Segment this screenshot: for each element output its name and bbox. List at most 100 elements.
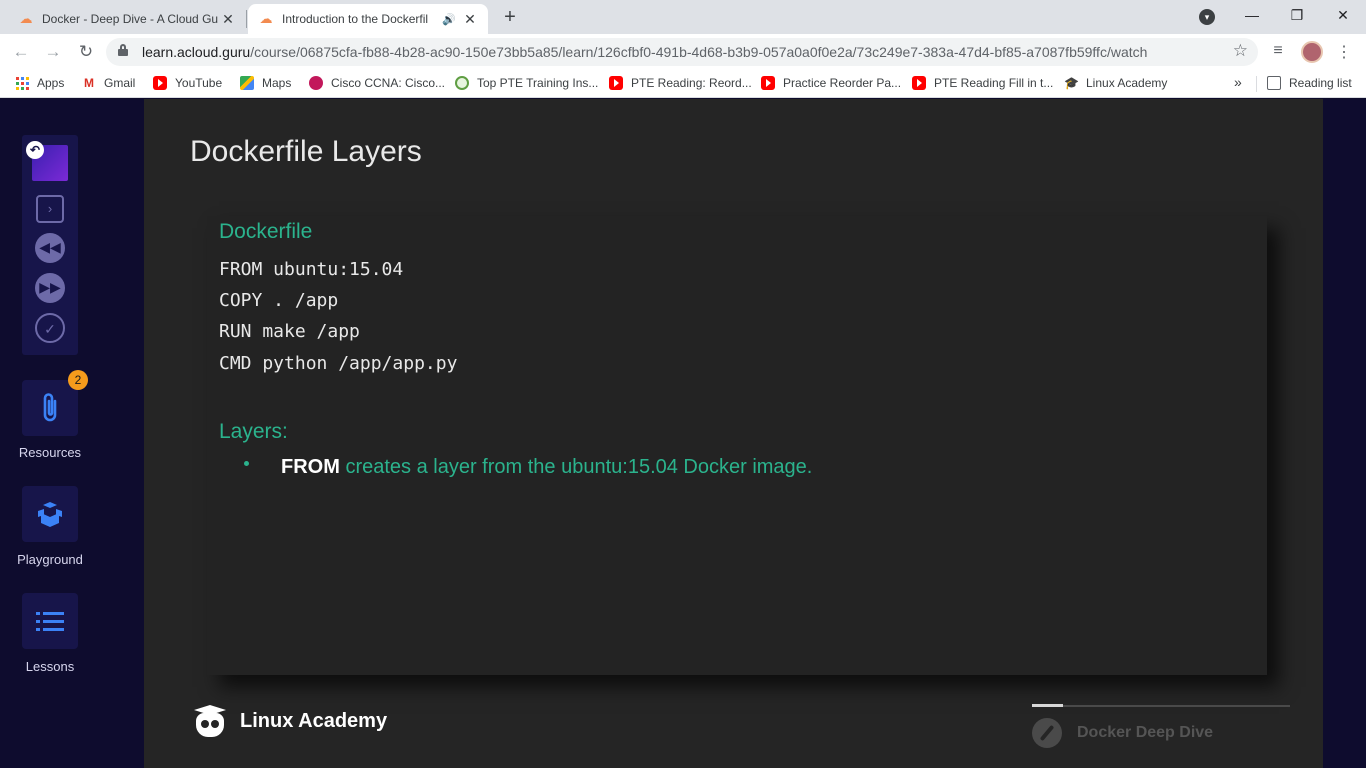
course-sidebar: ↶ › ◀◀ ▶▶ ✓ 2 Resources Playground Lesso… xyxy=(0,99,100,768)
toggle-panel-icon[interactable]: › xyxy=(36,195,64,223)
slide-progress-fill xyxy=(1032,704,1063,707)
code-line: COPY . /app xyxy=(219,290,339,311)
bookmark-label: Top PTE Training Ins... xyxy=(477,76,599,90)
bookmark-pte-reading-reorder[interactable]: PTE Reading: Reord... xyxy=(609,76,752,90)
tab-separator xyxy=(246,10,247,28)
tab-title: Introduction to the Dockerfil xyxy=(282,12,429,26)
cubes-icon xyxy=(38,502,62,527)
browser-tab-introduction[interactable]: ☁ Introduction to the Dockerfil 🔊 ✕ xyxy=(248,4,488,34)
bookmark-label: YouTube xyxy=(175,76,223,90)
youtube-icon xyxy=(153,76,167,90)
playground-button[interactable] xyxy=(22,486,78,542)
tab-close-icon[interactable]: ✕ xyxy=(462,11,478,28)
lessons-button[interactable] xyxy=(22,593,78,649)
browser-toolbar: ← → ↻ learn.acloud.guru/course/06875cfa-… xyxy=(0,34,1366,70)
cloud-icon: ☁ xyxy=(19,11,33,26)
list-icon xyxy=(36,612,64,631)
reading-list-label: Reading list xyxy=(1289,76,1352,90)
slide-progress-track xyxy=(1032,704,1290,707)
bookmarks-overflow-chevron-icon[interactable]: » xyxy=(1234,74,1242,90)
browser-tab-strip: ☁ Docker - Deep Dive - A Cloud Gu ✕ ☁ In… xyxy=(0,0,1366,34)
bullet-keyword: FROM xyxy=(281,456,340,478)
bookmark-label: PTE Reading: Reord... xyxy=(631,76,752,90)
back-to-course-icon[interactable]: ↶ xyxy=(26,141,44,159)
course-watermark: Docker Deep Dive xyxy=(1032,718,1213,748)
speaker-icon[interactable]: 🔊 xyxy=(442,13,456,26)
reading-list-button[interactable]: Reading list xyxy=(1267,76,1352,90)
layers-heading: Layers: xyxy=(219,420,288,443)
code-line: RUN make /app xyxy=(219,321,360,342)
cisco-icon xyxy=(309,76,323,90)
bookmark-label: Linux Academy xyxy=(1086,76,1168,90)
cloud-icon: ☁ xyxy=(259,11,273,26)
video-player[interactable]: Dockerfile Layers Dockerfile FROM ubuntu… xyxy=(144,99,1323,768)
menu-kebab-icon[interactable]: ⋮ xyxy=(1334,42,1354,62)
bookmark-youtube[interactable]: YouTube xyxy=(153,76,222,90)
bookmarks-divider xyxy=(1256,76,1257,92)
bookmark-label: Maps xyxy=(262,76,292,90)
bookmark-gmail[interactable]: M Gmail xyxy=(82,76,135,90)
bullet-description: creates a layer from the ubuntu:15.04 Do… xyxy=(339,456,813,478)
back-arrow-icon[interactable]: ← xyxy=(10,41,32,63)
tab-title: Docker - Deep Dive - A Cloud Gu xyxy=(42,12,219,26)
bookmark-apps[interactable]: Apps xyxy=(16,76,64,90)
bookmark-practice-reorder[interactable]: Practice Reorder Pa... xyxy=(761,76,901,90)
bookmark-top-pte[interactable]: Top PTE Training Ins... xyxy=(455,76,598,90)
fast-forward-icon[interactable]: ▶▶ xyxy=(35,273,65,303)
slide-title: Dockerfile Layers xyxy=(190,135,422,168)
minimize-icon[interactable]: — xyxy=(1242,4,1262,26)
reading-list-icon xyxy=(1267,76,1281,90)
bookmark-label: Practice Reorder Pa... xyxy=(783,76,902,90)
dockerfile-card: Dockerfile FROM ubuntu:15.04 COPY . /app… xyxy=(207,216,1267,675)
code-line: CMD python /app/app.py xyxy=(219,353,458,374)
browser-tab-docker-deep-dive[interactable]: ☁ Docker - Deep Dive - A Cloud Gu ✕ xyxy=(8,4,246,34)
linux-academy-logo: Linux Academy xyxy=(192,703,387,739)
layer-bullet: FROM creates a layer from the ubuntu:15.… xyxy=(281,456,812,479)
resources-label[interactable]: Resources xyxy=(0,445,100,460)
player-controls-panel: ↶ › ◀◀ ▶▶ ✓ xyxy=(22,135,78,355)
resources-button[interactable] xyxy=(22,380,78,436)
bookmark-label: Gmail xyxy=(104,76,136,90)
url-text[interactable]: learn.acloud.guru/course/06875cfa-fb88-4… xyxy=(142,44,1147,60)
graduation-cap-icon: 🎓 xyxy=(1064,76,1079,90)
course-player-page: ↶ › ◀◀ ▶▶ ✓ 2 Resources Playground Lesso… xyxy=(0,99,1366,768)
bookmark-linux-academy[interactable]: 🎓 Linux Academy xyxy=(1064,76,1167,90)
mark-complete-check-icon[interactable]: ✓ xyxy=(35,313,65,343)
playground-label[interactable]: Playground xyxy=(0,552,100,567)
rewind-icon[interactable]: ◀◀ xyxy=(35,233,65,263)
bookmark-pte-reading-fill[interactable]: PTE Reading Fill in t... xyxy=(912,76,1053,90)
restore-icon[interactable]: ❐ xyxy=(1287,4,1307,26)
window-close-icon[interactable]: ✕ xyxy=(1333,4,1353,26)
bookmark-label: Apps xyxy=(37,76,65,90)
lessons-label[interactable]: Lessons xyxy=(0,659,100,674)
profile-avatar[interactable] xyxy=(1301,41,1323,63)
youtube-icon xyxy=(912,76,926,90)
bullet-dot xyxy=(244,461,249,466)
apps-grid-icon xyxy=(16,76,29,90)
maps-icon xyxy=(240,76,254,90)
youtube-icon xyxy=(609,76,623,90)
youtube-icon xyxy=(761,76,775,90)
paperclip-icon xyxy=(43,393,57,422)
card-heading: Dockerfile xyxy=(219,220,313,243)
compass-icon xyxy=(1032,718,1062,748)
bookmark-star-icon[interactable]: ☆ xyxy=(1233,41,1248,61)
bookmark-label: PTE Reading Fill in t... xyxy=(934,76,1054,90)
bookmark-label: Cisco CCNA: Cisco... xyxy=(331,76,446,90)
media-control-icon[interactable]: ≡ xyxy=(1268,42,1288,60)
resources-count-badge: 2 xyxy=(68,370,88,390)
bookmark-maps[interactable]: Maps xyxy=(240,76,291,90)
bookmark-cisco-ccna[interactable]: Cisco CCNA: Cisco... xyxy=(309,76,445,90)
forward-arrow-icon[interactable]: → xyxy=(42,41,64,63)
lock-icon[interactable] xyxy=(118,44,128,56)
code-line: FROM ubuntu:15.04 xyxy=(219,259,404,280)
bookmarks-bar: Apps M Gmail YouTube Maps Cisco CCNA: Ci… xyxy=(0,70,1366,98)
new-tab-button[interactable]: + xyxy=(498,6,522,28)
tab-close-icon[interactable]: ✕ xyxy=(220,11,236,28)
pte-icon xyxy=(455,76,469,90)
reload-icon[interactable]: ↻ xyxy=(75,41,97,63)
owl-icon xyxy=(192,703,228,739)
gmail-icon: M xyxy=(84,76,94,90)
address-bar[interactable]: learn.acloud.guru/course/06875cfa-fb88-4… xyxy=(106,38,1258,66)
tab-search-icon[interactable]: ▾ xyxy=(1199,9,1215,25)
